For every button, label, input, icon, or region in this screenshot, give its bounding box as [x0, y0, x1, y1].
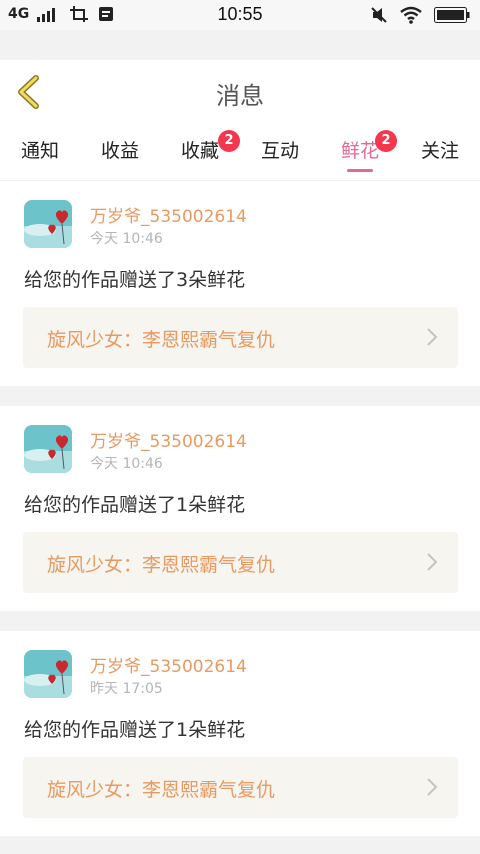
- chevron-right-icon: [427, 328, 438, 346]
- work-link[interactable]: 旋风少女：李恩熙霸气复仇: [23, 307, 458, 368]
- tab-label: 收藏: [180, 140, 219, 162]
- message-suffix: 朵鲜花: [188, 494, 246, 516]
- message-suffix: 朵鲜花: [188, 269, 246, 291]
- tab-earnings[interactable]: 收益: [80, 136, 160, 163]
- message-time: 今天 10:46: [90, 231, 163, 247]
- avatar[interactable]: [24, 200, 72, 248]
- chevron-right-icon: [427, 553, 438, 571]
- flower-count: 1: [176, 719, 189, 741]
- work-title: 旋风少女：李恩熙霸气复仇: [47, 329, 276, 351]
- avatar-image: [24, 650, 72, 698]
- tab-interaction[interactable]: 互动: [240, 136, 320, 163]
- tab-favorites[interactable]: 收藏 2: [160, 130, 240, 163]
- active-tab-indicator: [347, 169, 373, 172]
- message-card: 万岁爷_535002614 今天 10:46 给您的作品赠送了3朵鲜花 旋风少女…: [0, 181, 480, 386]
- message-text: 给您的作品赠送了3朵鲜花: [24, 265, 245, 292]
- page-title: 消息: [216, 82, 264, 110]
- message-time: 昨天 17:05: [90, 681, 163, 697]
- message-prefix: 给您的作品赠送了: [24, 269, 177, 291]
- tab-flowers[interactable]: 鲜花 2: [320, 130, 400, 172]
- tab-label: 收益: [100, 140, 139, 162]
- mute-icon: [371, 7, 387, 23]
- tab-label: 通知: [20, 140, 59, 162]
- status-bar: 4G 10:55: [0, 0, 480, 30]
- message-card: 万岁爷_535002614 昨天 17:05 给您的作品赠送了1朵鲜花 旋风少女…: [0, 631, 480, 836]
- message-text: 给您的作品赠送了1朵鲜花: [24, 715, 245, 742]
- tab-label: 鲜花: [340, 140, 379, 162]
- message-prefix: 给您的作品赠送了: [24, 494, 177, 516]
- tab-follow[interactable]: 关注: [400, 136, 480, 163]
- tab-badge: 2: [218, 130, 240, 152]
- work-link[interactable]: 旋风少女：李恩熙霸气复仇: [23, 532, 458, 593]
- message-time: 今天 10:46: [90, 456, 163, 472]
- message-card: 万岁爷_535002614 今天 10:46 给您的作品赠送了1朵鲜花 旋风少女…: [0, 406, 480, 611]
- avatar[interactable]: [24, 425, 72, 473]
- tab-badge: 2: [375, 130, 397, 152]
- battery-icon: [434, 7, 470, 23]
- wifi-icon: [400, 6, 422, 24]
- message-suffix: 朵鲜花: [188, 719, 246, 741]
- work-title: 旋风少女：李恩熙霸气复仇: [47, 779, 276, 801]
- header: 消息: [0, 60, 480, 124]
- top-spacer: [0, 30, 480, 60]
- avatar-image: [24, 425, 72, 473]
- avatar-image: [24, 200, 72, 248]
- work-title: 旋风少女：李恩熙霸气复仇: [47, 554, 276, 576]
- username[interactable]: 万岁爷_535002614: [90, 202, 247, 227]
- username[interactable]: 万岁爷_535002614: [90, 427, 247, 452]
- chevron-right-icon: [427, 778, 438, 796]
- tab-label: 关注: [420, 140, 459, 162]
- flower-count: 1: [176, 494, 189, 516]
- message-prefix: 给您的作品赠送了: [24, 719, 177, 741]
- username[interactable]: 万岁爷_535002614: [90, 652, 247, 677]
- status-right: [370, 6, 470, 24]
- flower-count: 3: [176, 269, 189, 291]
- tab-label: 互动: [260, 140, 299, 162]
- tab-notice[interactable]: 通知: [0, 136, 80, 163]
- message-text: 给您的作品赠送了1朵鲜花: [24, 490, 245, 517]
- work-link[interactable]: 旋风少女：李恩熙霸气复仇: [23, 757, 458, 818]
- avatar[interactable]: [24, 650, 72, 698]
- tab-bar: 通知 收益 收藏 2 互动 鲜花 2 关注: [0, 124, 480, 180]
